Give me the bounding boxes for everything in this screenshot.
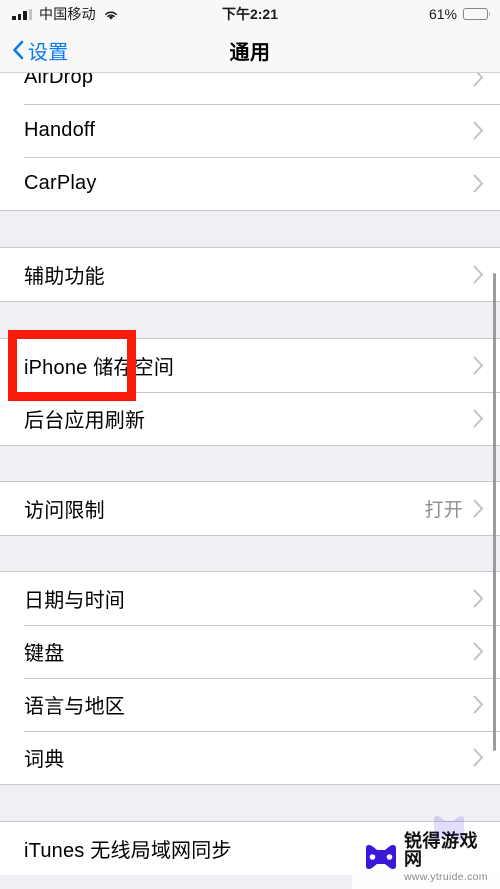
watermark-site-url: www.ytruide.com (404, 870, 488, 883)
carrier-label: 中国移动 (39, 6, 96, 22)
settings-row-label: 日期与时间 (24, 590, 125, 612)
status-bar-right: 61% (428, 6, 491, 22)
back-button-label: 设置 (28, 41, 69, 64)
section-gap (0, 785, 500, 821)
settings-row-label: 词典 (24, 749, 65, 771)
settings-group-restrictions: 访问限制 打开 (0, 481, 500, 536)
gamepad-bowtie-icon-ghost (432, 815, 466, 841)
settings-row-label: iPhone 储存空间 (24, 357, 175, 379)
navigation-bar: 设置 通用 (0, 28, 500, 73)
settings-row-label: 语言与地区 (24, 696, 125, 718)
chevron-left-icon (12, 40, 24, 60)
wifi-icon (103, 8, 119, 20)
settings-row-label: CarPlay (24, 172, 97, 194)
vertical-scrollbar[interactable] (493, 273, 496, 751)
cellular-signal-icon (12, 8, 32, 20)
page-title: 通用 (229, 41, 271, 64)
settings-row-label: 访问限制 (24, 500, 105, 522)
status-bar-left: 中国移动 (12, 4, 119, 24)
settings-group-connectivity: AirDrop Handoff CarPlay (0, 73, 500, 211)
site-watermark: 锐得游戏网 www.ytruide.com (352, 815, 500, 889)
settings-row[interactable]: AirDrop (0, 73, 500, 104)
status-bar: 中国移动 下午2:21 61% (0, 0, 500, 28)
chevron-right-icon (473, 121, 484, 140)
settings-row[interactable]: 键盘 (0, 625, 500, 678)
section-gap (0, 446, 500, 481)
chevron-right-icon (473, 73, 484, 87)
settings-row[interactable]: 日期与时间 (0, 572, 500, 625)
settings-row[interactable]: 语言与地区 (0, 678, 500, 731)
settings-row-label: AirDrop (24, 73, 94, 88)
battery-percentage-label: 61% (428, 6, 457, 22)
phone-screen: 中国移动 下午2:21 61% 设置 通用 AirDrop Handoff Ca… (0, 0, 500, 889)
settings-group-accessibility: 辅助功能 (0, 247, 500, 302)
settings-row[interactable]: 辅助功能 (0, 248, 500, 301)
battery-icon (463, 8, 491, 20)
section-gap (0, 211, 500, 247)
section-gap (0, 536, 500, 571)
chevron-right-icon (473, 409, 484, 428)
chevron-right-icon (473, 499, 484, 518)
settings-row[interactable]: 访问限制 打开 (0, 482, 500, 535)
settings-group-storage: iPhone 储存空间 后台应用刷新 (0, 338, 500, 446)
chevron-right-icon (473, 589, 484, 608)
settings-row-label: Handoff (24, 119, 96, 141)
settings-row-label: 后台应用刷新 (24, 410, 146, 432)
settings-row-label: 键盘 (24, 643, 65, 665)
chevron-right-icon (473, 748, 484, 767)
settings-row[interactable]: 词典 (0, 731, 500, 784)
settings-row-label: 辅助功能 (24, 266, 105, 288)
settings-row[interactable]: Handoff (0, 104, 500, 157)
chevron-right-icon (473, 356, 484, 375)
back-button[interactable]: 设置 (0, 36, 69, 65)
settings-row-value: 打开 (424, 500, 463, 521)
chevron-right-icon (473, 174, 484, 193)
gamepad-bowtie-icon (364, 844, 398, 870)
chevron-right-icon (473, 265, 484, 284)
settings-row[interactable]: iPhone 储存空间 (0, 339, 500, 392)
settings-group-locale: 日期与时间键盘语言与地区词典 (0, 571, 500, 785)
settings-row-label: iTunes 无线局域网同步 (24, 840, 232, 862)
section-gap (0, 302, 500, 338)
settings-row[interactable]: CarPlay (0, 157, 500, 210)
settings-list[interactable]: AirDrop Handoff CarPlay 辅助功能 iPhone 储存空间 后台应用… (0, 73, 500, 889)
settings-row[interactable]: 后台应用刷新 (0, 392, 500, 445)
chevron-right-icon (473, 642, 484, 661)
chevron-right-icon (473, 695, 484, 714)
